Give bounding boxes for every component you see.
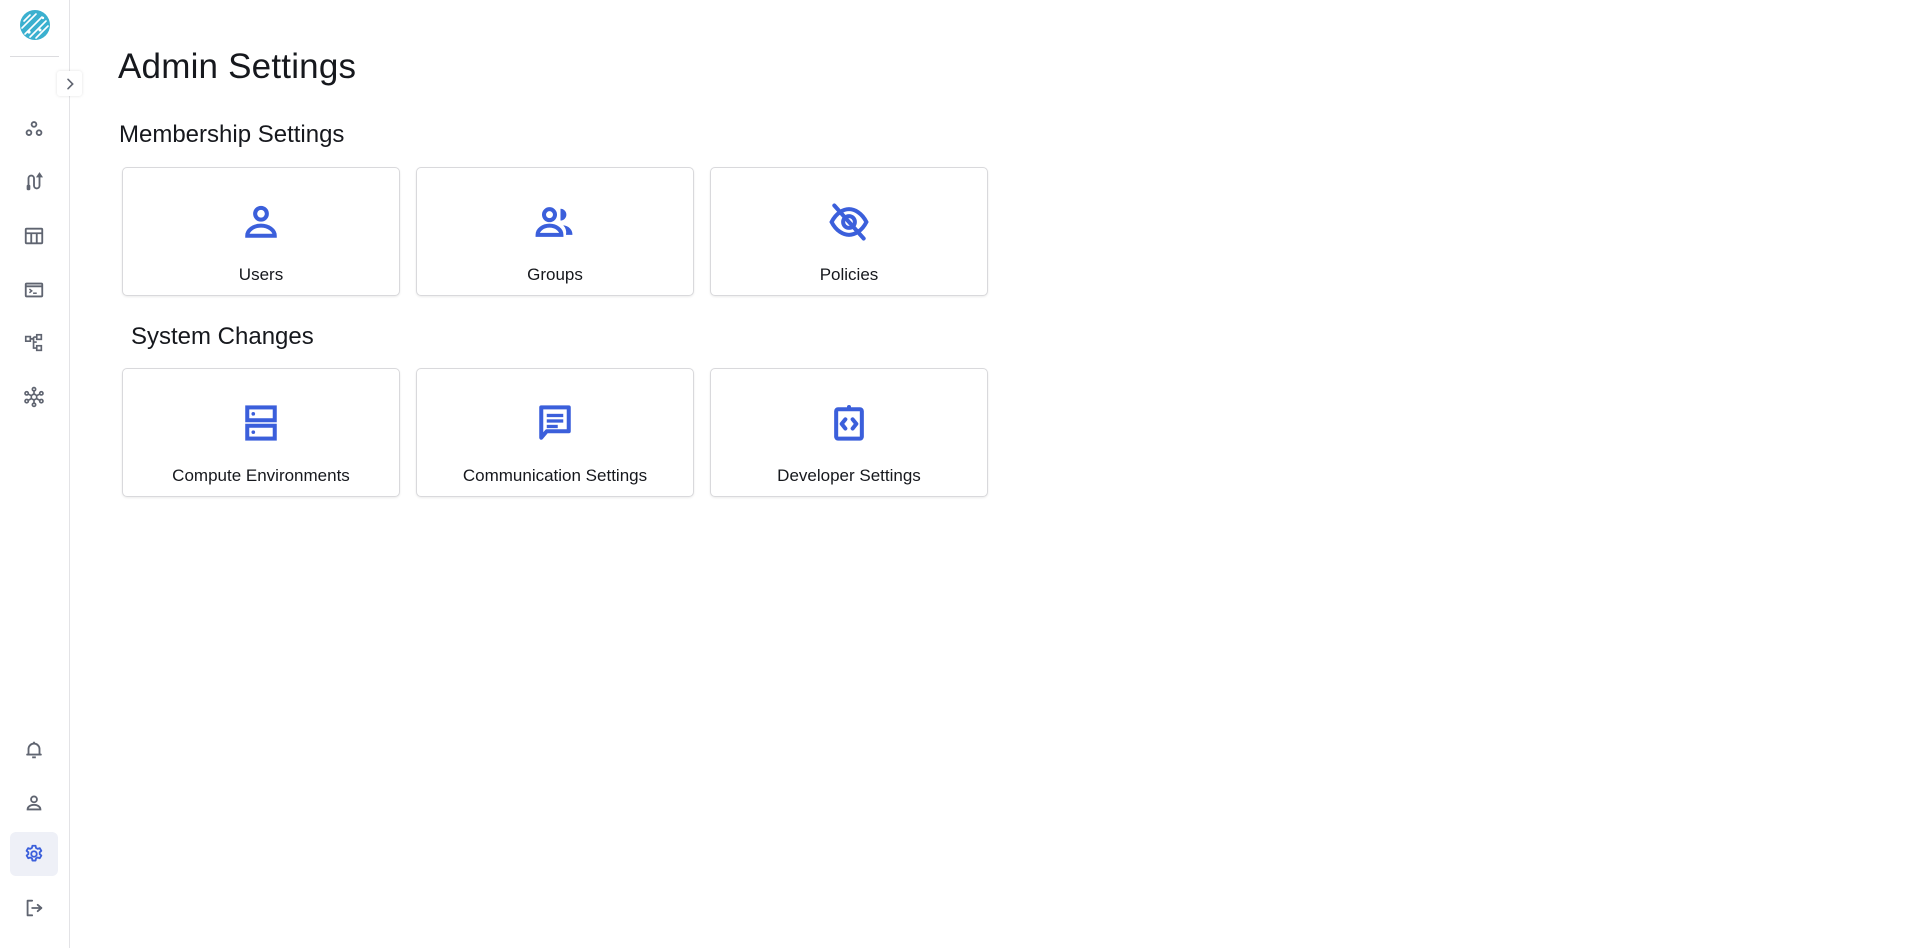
person-icon — [26, 795, 42, 811]
server-icon — [245, 405, 277, 441]
three-circles-icon — [25, 121, 43, 136]
person-icon — [245, 205, 277, 238]
section-title-system-changes: System Changes — [131, 323, 314, 350]
sidebar-item-network[interactable] — [10, 375, 58, 419]
card-compute-environments[interactable]: Compute Environments — [122, 368, 400, 497]
card-label: Communication Settings — [462, 466, 648, 485]
sidebar-item-workflows[interactable] — [10, 321, 58, 365]
sidebar-item-terminal[interactable] — [10, 268, 58, 312]
sidebar-item-admin-settings[interactable] — [10, 832, 58, 876]
chevron-right-icon — [66, 78, 74, 89]
sidebar-item-datasets[interactable] — [10, 214, 58, 258]
section-title-membership: Membership Settings — [119, 121, 345, 148]
hierarchy-icon — [24, 333, 43, 352]
code-clipboard-icon — [834, 405, 864, 441]
sidebar-item-logout[interactable] — [10, 886, 58, 930]
card-communication-settings[interactable]: Communication Settings — [416, 368, 694, 497]
sidebar-item-profile[interactable] — [10, 781, 58, 825]
sidebar-toggle-button[interactable] — [57, 71, 82, 96]
card-groups[interactable]: Groups — [416, 167, 694, 296]
message-icon — [539, 405, 571, 440]
logout-icon — [26, 899, 43, 917]
page-title: Admin Settings — [118, 47, 357, 86]
card-policies[interactable]: Policies — [710, 167, 988, 296]
card-developer-settings[interactable]: Developer Settings — [710, 368, 988, 497]
sidebar-item-pipelines[interactable] — [10, 160, 58, 204]
terminal-icon — [24, 282, 44, 298]
card-label: Users — [238, 265, 284, 284]
sidebar-item-projects[interactable] — [10, 107, 58, 151]
route-icon — [26, 172, 44, 191]
card-label: Groups — [527, 265, 583, 284]
table-icon — [24, 227, 44, 245]
sidebar-item-notifications[interactable] — [10, 728, 58, 772]
group-icon — [535, 207, 573, 237]
card-users[interactable]: Users — [122, 167, 400, 296]
card-label: Compute Environments — [172, 466, 350, 485]
card-label: Policies — [819, 265, 879, 284]
app-logo[interactable] — [20, 10, 50, 40]
logo-icon — [20, 10, 50, 40]
network-icon — [24, 386, 44, 408]
eye-off-icon — [829, 203, 869, 241]
card-label: Developer Settings — [777, 466, 921, 485]
gear-icon — [25, 844, 43, 862]
logo-divider — [10, 56, 59, 57]
bell-icon — [26, 741, 42, 759]
sidebar — [0, 0, 70, 948]
